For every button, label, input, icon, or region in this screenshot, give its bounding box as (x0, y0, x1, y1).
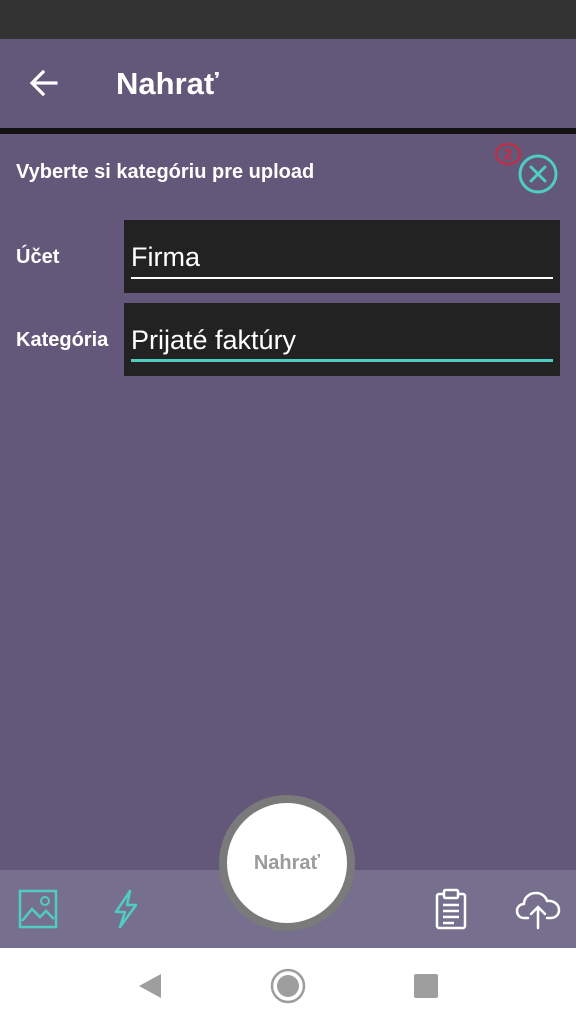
clipboard-icon (435, 888, 467, 930)
upload-button[interactable]: Nahrať (219, 795, 355, 931)
account-value: Firma (131, 242, 200, 272)
account-field[interactable]: Firma (124, 220, 560, 293)
close-button[interactable] (517, 153, 559, 195)
badge-count: 2 (503, 145, 513, 163)
nav-recents-button[interactable] (406, 966, 446, 1006)
nav-home-button[interactable] (268, 966, 308, 1006)
account-underline (131, 277, 553, 279)
category-label: Kategória (16, 329, 109, 351)
cloud-upload-icon (515, 891, 561, 930)
clipboard-button[interactable] (430, 887, 472, 931)
page-title: Nahrať (116, 66, 219, 101)
close-circle-icon (518, 154, 558, 194)
status-bar (0, 0, 576, 39)
image-icon (18, 889, 58, 929)
system-nav-bar (0, 948, 576, 1024)
circle-home-icon (270, 968, 306, 1004)
account-label: Účet (16, 246, 60, 268)
upload-button-label: Nahrať (253, 851, 321, 874)
panel-title: Vyberte si kategóriu pre upload (16, 161, 315, 183)
arrow-left-icon (29, 69, 58, 97)
gallery-button[interactable] (16, 887, 60, 931)
flash-button[interactable] (106, 887, 146, 931)
square-recents-icon (414, 974, 438, 998)
category-value: Prijaté faktúry (131, 325, 297, 355)
triangle-back-icon (139, 974, 161, 998)
divider (0, 128, 576, 134)
category-field[interactable]: Prijaté faktúry (124, 303, 560, 376)
back-button[interactable] (24, 63, 64, 103)
category-underline (131, 359, 553, 362)
upload-button-face: Nahrať (227, 803, 347, 923)
app-bar: Nahrať (0, 39, 576, 128)
flash-icon (114, 889, 138, 929)
cloud-upload-button[interactable] (514, 887, 562, 931)
nav-back-button[interactable] (130, 966, 170, 1006)
